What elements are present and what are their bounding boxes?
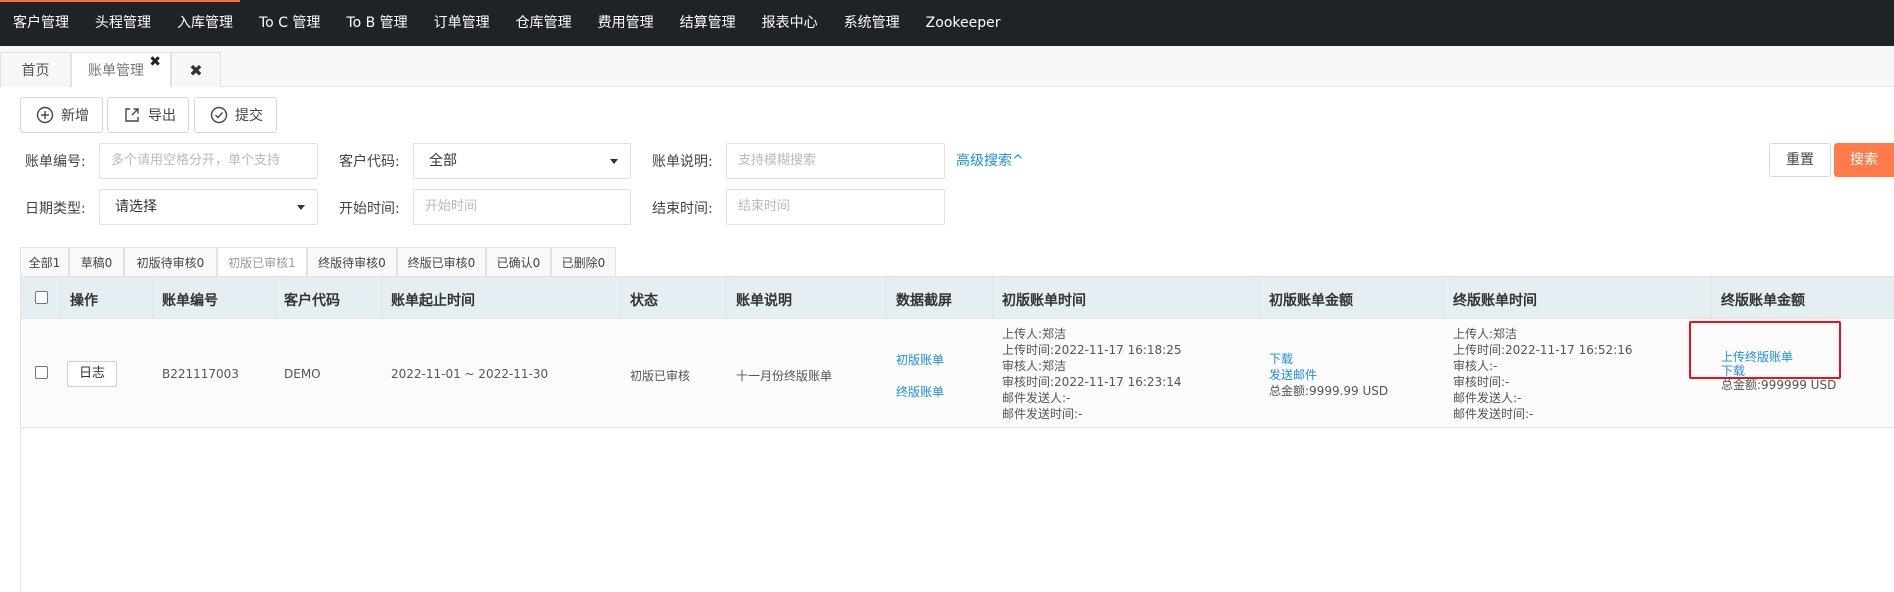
advanced-search-link[interactable]: 高级搜索^ xyxy=(956,150,1024,170)
nav-item-settlement[interactable]: 结算管理 xyxy=(667,0,749,46)
first-mail-sender: 邮件发送人:- xyxy=(1002,391,1071,405)
tab-close-icon[interactable]: ✖ xyxy=(149,54,161,70)
final-review-time: 审核时间:- xyxy=(1453,375,1510,389)
row-checkbox[interactable] xyxy=(35,366,48,379)
final-bill-screenshot-link[interactable]: 终版账单 xyxy=(896,383,944,400)
nav-item-first-leg[interactable]: 头程管理 xyxy=(82,0,164,46)
status-tab-confirmed[interactable]: 已确认0 xyxy=(486,247,551,277)
first-reviewer: 审核人:郑洁 xyxy=(1002,359,1067,373)
nav-item-to-c[interactable]: To C 管理 xyxy=(246,0,333,46)
header-description: 账单说明 xyxy=(736,293,792,309)
final-upload-time: 上传时间:2022-11-17 16:52:16 xyxy=(1453,343,1633,357)
nav-item-inbound[interactable]: 入库管理 xyxy=(164,0,246,46)
status-tab-all[interactable]: 全部1 xyxy=(20,247,69,277)
header-actions: 操作 xyxy=(70,293,98,309)
add-button-label: 新增 xyxy=(61,108,89,124)
final-total-amount: 总金额:999999 USD xyxy=(1721,378,1837,392)
tab-bill-management[interactable]: 账单管理 ✖ xyxy=(71,52,171,87)
status-tab-deleted[interactable]: 已删除0 xyxy=(551,247,616,277)
nav-item-zookeeper[interactable]: Zookeeper xyxy=(913,0,1014,46)
plus-circle-icon xyxy=(36,106,54,124)
add-button[interactable]: 新增 xyxy=(20,97,103,133)
header-first-bill-amount: 初版账单金额 xyxy=(1269,293,1353,309)
status-tab-draft[interactable]: 草稿0 xyxy=(69,247,124,277)
check-circle-icon xyxy=(210,106,228,124)
submit-button-label: 提交 xyxy=(235,108,263,124)
tab-home-label: 首页 xyxy=(21,63,50,79)
close-all-tabs-icon[interactable]: ✖ xyxy=(171,52,221,87)
start-time-label: 开始时间: xyxy=(339,201,400,217)
log-button[interactable]: 日志 xyxy=(67,361,117,387)
export-button[interactable]: 导出 xyxy=(107,97,189,133)
first-upload-time: 上传时间:2022-11-17 16:18:25 xyxy=(1002,343,1182,357)
status-tab-first-pending[interactable]: 初版待审核0 xyxy=(124,247,217,277)
header-period: 账单起止时间 xyxy=(391,293,475,309)
cell-status: 初版已审核 xyxy=(630,369,691,383)
header-customer-code: 客户代码 xyxy=(284,293,340,309)
submit-button[interactable]: 提交 xyxy=(194,97,277,133)
bill-desc-input[interactable]: 支持模糊搜索 xyxy=(726,143,945,179)
header-screenshot: 数据截屏 xyxy=(896,293,952,309)
customer-code-select[interactable]: 全部 xyxy=(413,143,631,179)
status-tab-final-approved[interactable]: 终版已审核0 xyxy=(397,247,486,277)
header-final-bill-time: 终版账单时间 xyxy=(1453,293,1537,309)
nav-item-fees[interactable]: 费用管理 xyxy=(585,0,667,46)
nav-item-orders[interactable]: 订单管理 xyxy=(421,0,503,46)
first-uploader: 上传人:郑洁 xyxy=(1002,327,1067,341)
start-time-input[interactable]: 开始时间 xyxy=(413,189,631,225)
header-status: 状态 xyxy=(630,293,658,309)
cell-final-bill-time: 上传人:郑洁 上传时间:2022-11-17 16:52:16 审核人:- 审核… xyxy=(1453,326,1633,422)
date-type-label: 日期类型: xyxy=(25,201,86,217)
nav-item-reports[interactable]: 报表中心 xyxy=(749,0,831,46)
date-type-value: 请选择 xyxy=(115,199,157,215)
export-button-label: 导出 xyxy=(148,108,176,124)
final-mail-sender: 邮件发送人:- xyxy=(1453,391,1522,405)
customer-code-label: 客户代码: xyxy=(339,154,400,170)
final-mail-time: 邮件发送时间:- xyxy=(1453,407,1534,421)
cell-customer-code: DEMO xyxy=(284,367,321,381)
cell-period: 2022-11-01 ~ 2022-11-30 xyxy=(391,367,549,381)
first-review-time: 审核时间:2022-11-17 16:23:14 xyxy=(1002,375,1182,389)
chevron-down-icon xyxy=(297,205,305,210)
tab-bill-management-label: 账单管理 xyxy=(88,63,144,79)
send-email-link[interactable]: 发送邮件 xyxy=(1269,367,1388,383)
first-total-amount: 总金额:9999.99 USD xyxy=(1269,384,1389,398)
header-bill-no: 账单编号 xyxy=(162,293,218,309)
cell-first-bill-time: 上传人:郑洁 上传时间:2022-11-17 16:18:25 审核人:郑洁 审… xyxy=(1002,326,1182,422)
end-time-input[interactable]: 结束时间 xyxy=(726,189,945,225)
bill-desc-label: 账单说明: xyxy=(652,154,713,170)
nav-item-to-b[interactable]: To B 管理 xyxy=(333,0,420,46)
tab-home[interactable]: 首页 xyxy=(0,52,71,87)
export-icon xyxy=(125,108,139,122)
nav-item-customer[interactable]: 客户管理 xyxy=(0,0,82,46)
cell-description: 十一月份终版账单 xyxy=(736,369,833,383)
end-time-label: 结束时间: xyxy=(652,201,713,217)
search-button[interactable]: 搜索 xyxy=(1834,143,1894,177)
active-accent-bar xyxy=(0,0,240,2)
select-all-checkbox[interactable] xyxy=(35,291,48,304)
header-final-bill-amount: 终版账单金额 xyxy=(1721,293,1805,309)
highlight-annotation-box xyxy=(1689,321,1841,379)
cell-bill-no: B221117003 xyxy=(162,367,239,381)
customer-code-value: 全部 xyxy=(429,153,457,169)
final-reviewer: 审核人:- xyxy=(1453,359,1498,373)
page-tab-bar: 首页 账单管理 ✖ ✖ xyxy=(0,46,1894,87)
bill-no-input[interactable]: 多个请用空格分开，单个支持 xyxy=(99,143,318,179)
status-tab-first-approved[interactable]: 初版已审核1 xyxy=(217,247,307,277)
status-tab-final-pending[interactable]: 终版待审核0 xyxy=(307,247,397,277)
first-mail-time: 邮件发送时间:- xyxy=(1002,407,1083,421)
date-type-select[interactable]: 请选择 xyxy=(99,189,318,225)
first-bill-screenshot-link[interactable]: 初版账单 xyxy=(896,351,944,368)
nav-item-system[interactable]: 系统管理 xyxy=(831,0,913,46)
nav-item-warehouse[interactable]: 仓库管理 xyxy=(503,0,585,46)
final-uploader: 上传人:郑洁 xyxy=(1453,327,1518,341)
top-nav: 客户管理 头程管理 入库管理 To C 管理 To B 管理 订单管理 仓库管理… xyxy=(0,0,1894,46)
cell-first-bill-amount: 下载 发送邮件 总金额:9999.99 USD xyxy=(1269,351,1388,399)
first-download-link[interactable]: 下载 xyxy=(1269,351,1388,367)
chevron-down-icon xyxy=(610,159,618,164)
reset-button[interactable]: 重置 xyxy=(1769,143,1831,177)
bill-no-label: 账单编号: xyxy=(25,154,86,170)
header-first-bill-time: 初版账单时间 xyxy=(1002,293,1086,309)
